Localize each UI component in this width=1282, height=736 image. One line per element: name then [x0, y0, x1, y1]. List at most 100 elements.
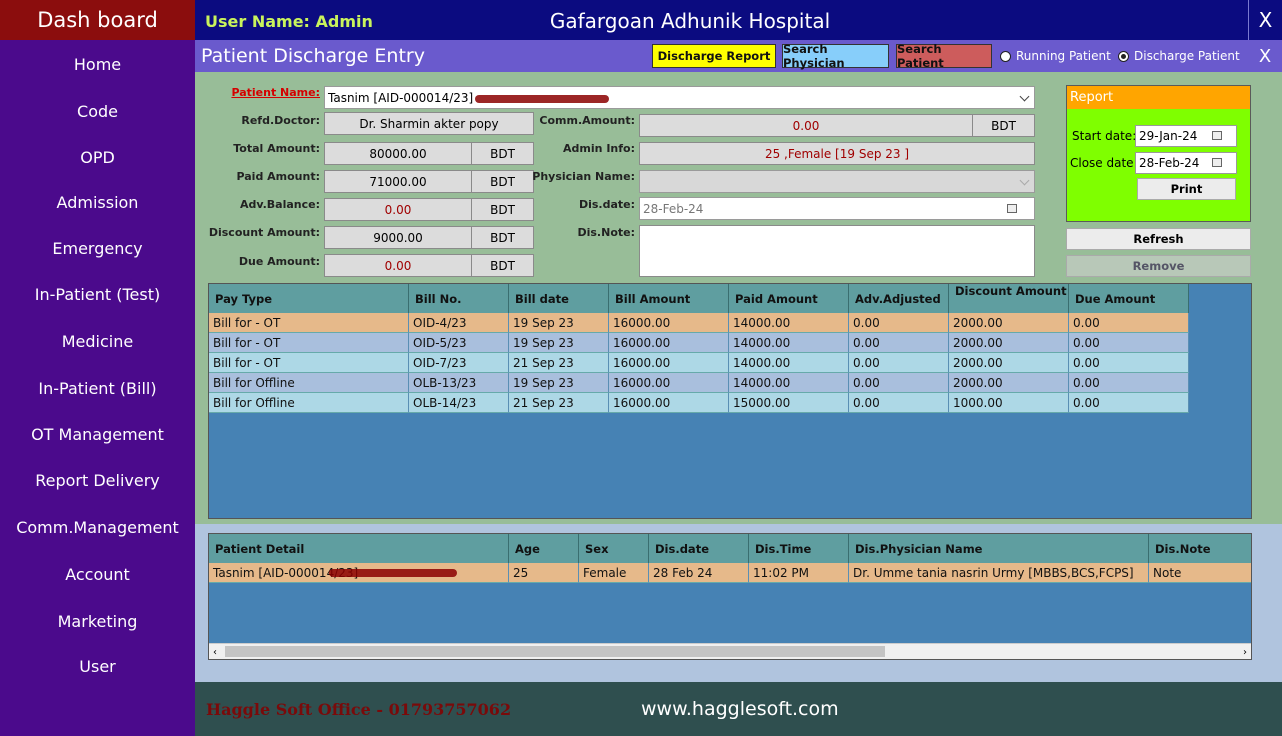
scroll-left-icon[interactable]: ‹ — [213, 647, 217, 658]
table-cell: 21 Sep 23 — [509, 353, 609, 373]
admin-info-field: 25 ,Female [19 Sep 23 ] — [639, 142, 1035, 165]
close-date-label: Close date: — [1070, 156, 1138, 170]
table-cell: 0.00 — [849, 353, 949, 373]
table-cell: 16000.00 — [609, 313, 729, 333]
paid-amount-field[interactable]: 71000.00 — [324, 170, 472, 193]
table-cell: 21 Sep 23 — [509, 393, 609, 413]
refd-doctor-label: Refd.Doctor: — [241, 114, 320, 127]
bills-header-cell: Bill Amount — [609, 284, 729, 313]
office-contact: Haggle Soft Office - 01793757062 — [206, 700, 512, 719]
sidebar-item-ot-management[interactable]: OT Management — [0, 425, 195, 444]
comm-amount-field[interactable]: 0.00 — [639, 114, 973, 137]
patient-name-label: Patient Name: — [231, 86, 320, 99]
table-row[interactable]: Tasnim [AID-000014/23] 25 Female 28 Feb 24 1… — [209, 563, 1251, 583]
page-title: Patient Discharge Entry — [201, 45, 425, 67]
table-row[interactable]: Bill for - OT OID-4/23 19 Sep 23 16000.00 14… — [209, 313, 1189, 333]
table-cell: 0.00 — [849, 393, 949, 413]
patients-header-cell: Age — [509, 534, 579, 563]
table-cell: 14000.00 — [729, 353, 849, 373]
table-cell: 19 Sep 23 — [509, 313, 609, 333]
patients-header-cell: Dis.Note — [1149, 534, 1251, 563]
table-cell: 0.00 — [1069, 393, 1189, 413]
discharge-patient-radio[interactable]: Discharge Patient — [1118, 49, 1240, 63]
sidebar-item-account[interactable]: Account — [0, 565, 195, 584]
search-physician-button[interactable]: Search Physician — [782, 42, 889, 70]
table-cell: 0.00 — [849, 373, 949, 393]
table-cell: Note — [1149, 563, 1251, 583]
calendar-icon — [1007, 204, 1017, 213]
due-amount-field[interactable]: 0.00 — [324, 254, 472, 277]
dashboard-header: Dash board — [0, 0, 195, 40]
calendar-icon — [1212, 131, 1222, 140]
table-cell: 15000.00 — [729, 393, 849, 413]
close-form-button[interactable]: X — [1248, 40, 1282, 72]
patients-header-cell: Dis.Time — [749, 534, 849, 563]
paid-amount-label: Paid Amount: — [236, 170, 320, 183]
table-cell: OLB-14/23 — [409, 393, 509, 413]
table-cell: Bill for - OT — [209, 333, 409, 353]
table-cell: 2000.00 — [949, 333, 1069, 353]
scrollbar-thumb[interactable] — [225, 646, 885, 657]
sidebar-item-home[interactable]: Home — [0, 55, 195, 74]
comm-amount-label: Comm.Amount: — [539, 114, 635, 127]
bills-header-cell: Due Amount — [1069, 284, 1189, 313]
table-row[interactable]: Bill for Offline OLB-13/23 19 Sep 23 16000.… — [209, 373, 1189, 393]
remove-button[interactable]: Remove — [1066, 255, 1251, 277]
start-date-picker[interactable]: 29-Jan-24 — [1135, 125, 1237, 147]
table-cell: 2000.00 — [949, 353, 1069, 373]
table-row[interactable]: Bill for - OT OID-5/23 19 Sep 23 16000.00 14… — [209, 333, 1189, 353]
table-cell: 0.00 — [1069, 313, 1189, 333]
bills-header-cell: Paid Amount — [729, 284, 849, 313]
table-cell: OID-7/23 — [409, 353, 509, 373]
bills-grid[interactable]: Pay Type Bill No. Bill date Bill Amount Paid… — [208, 283, 1252, 519]
bills-header-cell: Discount Amount — [949, 284, 1069, 313]
radio-unchecked-icon — [1000, 50, 1011, 62]
running-patient-radio[interactable]: Running Patient — [1000, 49, 1111, 63]
admin-info-label: Admin Info: — [563, 142, 635, 155]
running-patient-label: Running Patient — [1016, 49, 1111, 63]
sidebar-item-admission[interactable]: Admission — [0, 193, 195, 212]
user-name: User Name: Admin — [205, 12, 373, 31]
search-patient-button[interactable]: Search Patient — [896, 42, 992, 70]
table-row[interactable]: Bill for - OT OID-7/23 21 Sep 23 16000.00 14… — [209, 353, 1189, 373]
adv-balance-field[interactable]: 0.00 — [324, 198, 472, 221]
close-date-picker[interactable]: 28-Feb-24 — [1135, 152, 1237, 174]
print-button[interactable]: Print — [1137, 178, 1236, 200]
close-app-button[interactable]: X — [1248, 0, 1282, 40]
sidebar-item-comm-management[interactable]: Comm.Management — [0, 518, 195, 537]
sidebar-item-marketing[interactable]: Marketing — [0, 612, 195, 631]
horizontal-scrollbar[interactable]: ‹ › — [209, 643, 1251, 659]
table-cell: 0.00 — [1069, 373, 1189, 393]
table-cell: Bill for Offline — [209, 393, 409, 413]
refresh-button[interactable]: Refresh — [1066, 228, 1251, 250]
sidebar-item-user[interactable]: User — [0, 657, 195, 676]
sidebar-item-inpatient-test[interactable]: In-Patient (Test) — [0, 285, 195, 304]
total-amount-field[interactable]: 80000.00 — [324, 142, 472, 165]
website-link[interactable]: www.hagglesoft.com — [641, 698, 839, 720]
physician-name-select[interactable] — [639, 170, 1035, 193]
table-cell: 28 Feb 24 — [649, 563, 749, 583]
sidebar-item-code[interactable]: Code — [0, 102, 195, 121]
sidebar-item-inpatient-bill[interactable]: In-Patient (Bill) — [0, 379, 195, 398]
total-amount-label: Total Amount: — [233, 142, 320, 155]
patient-name-select[interactable]: Tasnim [AID-000014/23] — [324, 86, 1035, 109]
table-cell: 1000.00 — [949, 393, 1069, 413]
sidebar-item-emergency[interactable]: Emergency — [0, 239, 195, 258]
report-panel-title: Report — [1067, 86, 1250, 109]
refd-doctor-field[interactable]: Dr. Sharmin akter popy — [324, 112, 534, 135]
dis-date-picker[interactable]: 28-Feb-24 — [639, 197, 1035, 220]
discount-amount-field[interactable]: 9000.00 — [324, 226, 472, 249]
scroll-right-icon[interactable]: › — [1243, 647, 1247, 658]
table-cell: 14000.00 — [729, 333, 849, 353]
adv-balance-currency: BDT — [471, 198, 534, 221]
table-cell: Bill for Offline — [209, 373, 409, 393]
sidebar-item-report-delivery[interactable]: Report Delivery — [0, 471, 195, 490]
sidebar-item-medicine[interactable]: Medicine — [0, 332, 195, 351]
discharge-report-button[interactable]: Discharge Report — [652, 44, 776, 68]
dis-note-textarea[interactable] — [639, 225, 1035, 277]
table-cell: 0.00 — [1069, 353, 1189, 373]
sidebar-item-opd[interactable]: OPD — [0, 148, 195, 167]
table-cell: 16000.00 — [609, 393, 729, 413]
patients-grid[interactable]: Patient Detail Age Sex Dis.date Dis.Time Dis.… — [208, 533, 1252, 660]
table-row[interactable]: Bill for Offline OLB-14/23 21 Sep 23 16000.… — [209, 393, 1189, 413]
